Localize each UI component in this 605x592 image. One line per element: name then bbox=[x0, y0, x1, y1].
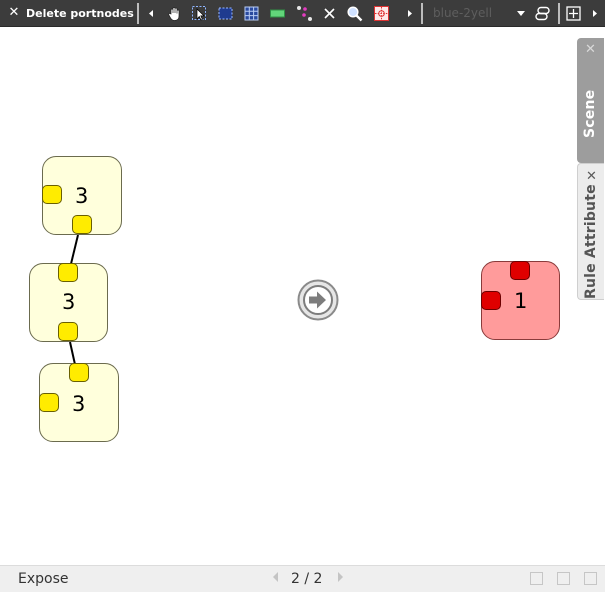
node-count: 3 bbox=[75, 184, 89, 208]
arrow-right-icon[interactable] bbox=[297, 279, 339, 321]
more-icon[interactable] bbox=[587, 5, 601, 22]
toolbar-separator bbox=[137, 3, 139, 24]
port-node[interactable] bbox=[58, 263, 78, 282]
scroll-right-icon[interactable] bbox=[402, 5, 416, 22]
rule-title: Delete portnodes c bbox=[26, 7, 134, 20]
port-node[interactable] bbox=[58, 322, 78, 341]
single-view-icon[interactable] bbox=[530, 572, 543, 585]
grid-view-icon[interactable] bbox=[584, 572, 597, 585]
toolbar-separator bbox=[558, 3, 560, 24]
node-count: 3 bbox=[62, 290, 76, 314]
green-block-icon[interactable] bbox=[269, 5, 286, 22]
port-node-red[interactable] bbox=[481, 291, 501, 310]
tab-rule-attribute[interactable]: ✕ Rule Attribute bbox=[577, 163, 604, 300]
node-count: 3 bbox=[72, 392, 86, 416]
rule-canvas[interactable]: 3 3 3 1 bbox=[0, 27, 577, 565]
delete-x-icon[interactable] bbox=[321, 5, 338, 22]
port-node[interactable] bbox=[42, 185, 62, 204]
layout-icon[interactable] bbox=[373, 5, 390, 22]
port-node[interactable] bbox=[69, 363, 89, 382]
zoom-icon[interactable] bbox=[346, 5, 363, 22]
connect-icon[interactable] bbox=[296, 5, 313, 22]
close-icon[interactable]: ✕ bbox=[584, 43, 597, 56]
port-node-red[interactable] bbox=[510, 261, 530, 280]
select-pointer-icon[interactable] bbox=[191, 5, 208, 22]
close-icon[interactable]: ✕ bbox=[585, 170, 598, 183]
chevron-right-icon[interactable] bbox=[338, 572, 343, 582]
page-indicator: 2 / 2 bbox=[291, 571, 323, 587]
toolbar: ✕ Delete portnodes c blue-2yell bbox=[0, 0, 605, 27]
close-icon[interactable]: ✕ bbox=[7, 6, 21, 20]
fit-view-icon[interactable] bbox=[565, 5, 582, 22]
style-dropdown[interactable]: blue-2yell bbox=[425, 5, 531, 22]
split-view-icon[interactable] bbox=[557, 572, 570, 585]
tab-rule-attribute-label: Rule Attribute bbox=[583, 184, 599, 299]
grid-icon[interactable] bbox=[243, 5, 260, 22]
style-dropdown-value: blue-2yell bbox=[433, 6, 493, 20]
port-node[interactable] bbox=[39, 393, 59, 412]
hand-icon[interactable] bbox=[166, 5, 183, 22]
tab-scene[interactable]: ✕ Scene bbox=[577, 38, 604, 163]
toolbar-separator bbox=[421, 3, 423, 24]
port-node[interactable] bbox=[72, 215, 92, 234]
link-icon[interactable] bbox=[534, 5, 551, 22]
chevron-left-icon[interactable] bbox=[273, 572, 278, 582]
scroll-left-icon[interactable] bbox=[143, 5, 157, 22]
chevron-down-icon bbox=[517, 11, 525, 16]
node-count: 1 bbox=[514, 289, 528, 313]
expose-label[interactable]: Expose bbox=[18, 570, 69, 588]
tab-scene-label: Scene bbox=[582, 89, 598, 138]
select-box-icon[interactable] bbox=[217, 5, 234, 22]
statusbar: Expose 2 / 2 bbox=[0, 565, 605, 592]
